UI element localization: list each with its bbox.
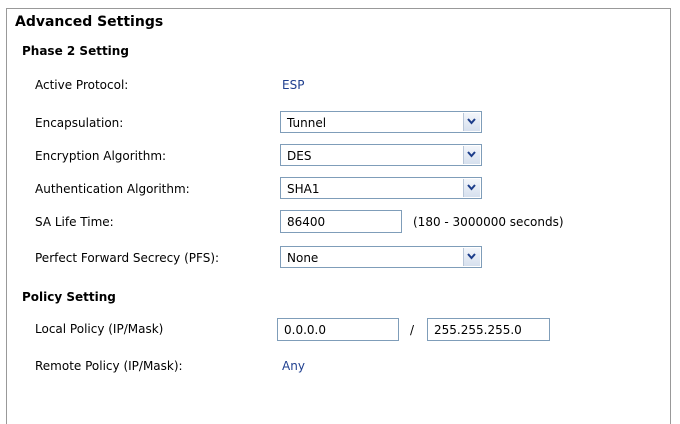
chevron-down-icon[interactable] [463,179,480,197]
authentication-algorithm-value: SHA1 [287,182,320,196]
encryption-algorithm-label: Encryption Algorithm: [35,149,167,163]
phase2-heading: Phase 2 Setting [22,44,129,58]
encapsulation-label: Encapsulation: [35,116,124,130]
authentication-algorithm-select[interactable]: SHA1 [280,177,482,199]
chevron-down-icon[interactable] [463,146,480,164]
authentication-algorithm-label: Authentication Algorithm: [35,182,190,196]
local-policy-ip-value: 0.0.0.0 [284,323,326,337]
encapsulation-select[interactable]: Tunnel [280,111,482,133]
local-policy-mask-value: 255.255.255.0 [434,323,522,337]
remote-policy-value: Any [282,359,305,373]
chevron-down-icon[interactable] [463,248,480,266]
local-policy-mask-input[interactable]: 255.255.255.0 [427,318,550,341]
chevron-down-icon[interactable] [463,113,480,131]
encryption-algorithm-select[interactable]: DES [280,144,482,166]
sa-life-time-label: SA Life Time: [35,215,114,229]
active-protocol-value: ESP [282,78,305,92]
pfs-value: None [287,251,319,265]
remote-policy-label: Remote Policy (IP/Mask): [35,359,183,373]
active-protocol-label: Active Protocol: [35,78,129,92]
policy-heading: Policy Setting [22,290,116,304]
pfs-select[interactable]: None [280,246,482,268]
page-title: Advanced Settings [15,14,164,30]
sa-life-time-value: 86400 [287,215,326,229]
pfs-label: Perfect Forward Secrecy (PFS): [35,251,220,265]
encapsulation-value: Tunnel [287,116,327,130]
sa-life-time-input[interactable]: 86400 [280,210,402,233]
local-policy-label: Local Policy (IP/Mask) [35,322,164,336]
sa-life-time-hint: (180 - 3000000 seconds) [413,215,564,229]
local-policy-ip-input[interactable]: 0.0.0.0 [277,318,399,341]
ip-mask-separator: / [410,323,415,337]
encryption-algorithm-value: DES [287,149,312,163]
